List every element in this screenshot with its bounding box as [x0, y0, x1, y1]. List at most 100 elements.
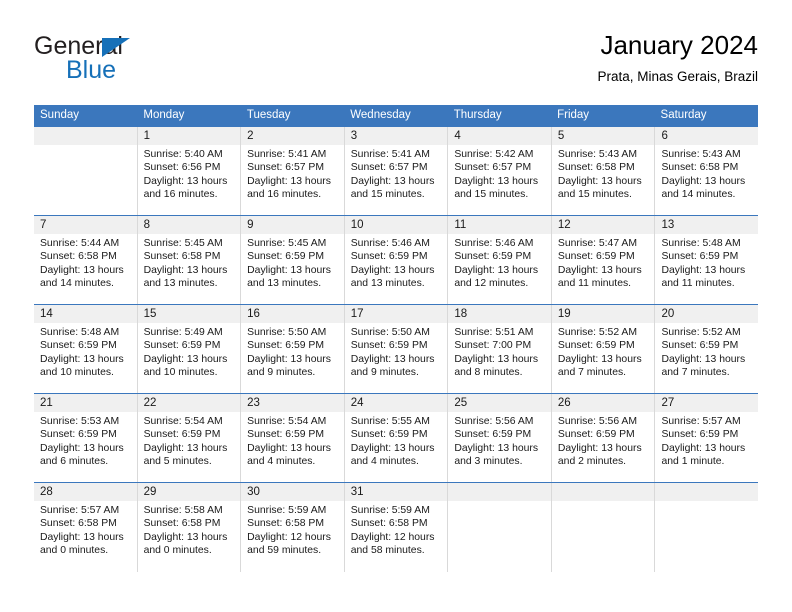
- calendar-day-cell[interactable]: 17 Sunrise: 5:50 AM Sunset: 6:59 PM Dayligh…: [344, 305, 449, 393]
- day-info-line: and 59 minutes.: [247, 545, 322, 557]
- calendar-day-cell[interactable]: 2 Sunrise: 5:41 AM Sunset: 6:57 PM Daylight…: [241, 127, 345, 215]
- day-number: 9: [241, 216, 344, 234]
- day-info-line: Sunrise: 5:58 AM: [143, 505, 223, 516]
- calendar-day-cell[interactable]: 12 Sunrise: 5:47 AM Sunset: 6:59 PM Dayligh…: [551, 216, 656, 304]
- day-sun-info: Sunrise: 5:44 AM Sunset: 6:58 PM Daylight:…: [34, 234, 137, 291]
- calendar-day-cell[interactable]: 19 Sunrise: 5:52 AM Sunset: 6:59 PM Dayligh…: [551, 305, 656, 393]
- day-sun-info: Sunrise: 5:49 AM Sunset: 6:59 PM Daylight:…: [138, 323, 241, 380]
- day-sun-info: Sunrise: 5:47 AM Sunset: 6:59 PM Daylight:…: [552, 234, 655, 291]
- day-number: 6: [655, 127, 759, 145]
- calendar-day-cell[interactable]: 21 Sunrise: 5:53 AM Sunset: 6:59 PM Dayligh…: [34, 394, 138, 482]
- day-sun-info: Sunrise: 5:46 AM Sunset: 6:59 PM Daylight:…: [345, 234, 448, 291]
- calendar-day-cell[interactable]: 13 Sunrise: 5:48 AM Sunset: 6:59 PM Dayligh…: [655, 216, 759, 304]
- calendar-day-cell[interactable]: 31 Sunrise: 5:59 AM Sunset: 6:58 PM Dayligh…: [344, 483, 449, 572]
- day-number: 1: [137, 127, 241, 145]
- calendar-day-cell[interactable]: 25 Sunrise: 5:56 AM Sunset: 6:59 PM Dayligh…: [448, 394, 552, 482]
- day-number: 8: [137, 216, 241, 234]
- calendar-day-cell[interactable]: 3 Sunrise: 5:41 AM Sunset: 6:57 PM Daylight…: [344, 127, 449, 215]
- day-info-line: Sunrise: 5:51 AM: [454, 327, 534, 338]
- day-info-line: Daylight: 13 hours: [40, 531, 124, 543]
- day-info-line: and 10 minutes.: [40, 367, 114, 379]
- calendar-week-row: 7 Sunrise: 5:44 AM Sunset: 6:58 PM Daylight…: [34, 215, 759, 304]
- day-info-line: and 10 minutes.: [143, 367, 218, 379]
- day-info-line: Sunset: 6:57 PM: [247, 162, 324, 174]
- day-info-line: Sunset: 6:58 PM: [247, 518, 324, 530]
- day-info-line: Sunset: 6:58 PM: [40, 518, 117, 530]
- day-info-line: and 12 minutes.: [454, 278, 529, 290]
- day-info-line: Daylight: 13 hours: [247, 353, 331, 365]
- calendar-day-cell-empty: [655, 483, 759, 572]
- calendar-day-cell[interactable]: 28 Sunrise: 5:57 AM Sunset: 6:58 PM Dayligh…: [34, 483, 138, 572]
- day-info-line: Sunrise: 5:50 AM: [350, 327, 430, 338]
- day-info-line: and 0 minutes.: [143, 545, 212, 557]
- day-number: 13: [655, 216, 759, 234]
- calendar-day-cell[interactable]: 14 Sunrise: 5:48 AM Sunset: 6:59 PM Dayligh…: [34, 305, 138, 393]
- day-number: 26: [551, 394, 655, 412]
- day-number: 22: [137, 394, 241, 412]
- calendar-page: General Blue January 2024 Prata, Minas G…: [0, 0, 792, 612]
- day-number: 16: [241, 305, 344, 323]
- day-info-line: Sunrise: 5:57 AM: [661, 416, 741, 427]
- calendar-day-cell[interactable]: 20 Sunrise: 5:52 AM Sunset: 6:59 PM Dayligh…: [655, 305, 759, 393]
- calendar-day-cell[interactable]: 29 Sunrise: 5:58 AM Sunset: 6:58 PM Dayligh…: [137, 483, 242, 572]
- day-sun-info: Sunrise: 5:58 AM Sunset: 6:58 PM Daylight:…: [138, 501, 241, 558]
- day-number: 30: [241, 483, 344, 501]
- day-number: 3: [344, 127, 448, 145]
- day-info-line: Sunset: 6:59 PM: [557, 340, 635, 352]
- day-info-line: Sunrise: 5:54 AM: [247, 416, 327, 427]
- generalblue-logo[interactable]: General Blue: [34, 28, 264, 92]
- calendar-day-cell[interactable]: 7 Sunrise: 5:44 AM Sunset: 6:58 PM Daylight…: [34, 216, 138, 304]
- calendar-day-cell[interactable]: 22 Sunrise: 5:54 AM Sunset: 6:59 PM Dayligh…: [137, 394, 242, 482]
- day-sun-info: Sunrise: 5:50 AM Sunset: 6:59 PM Daylight:…: [241, 323, 344, 380]
- day-info-line: and 9 minutes.: [247, 367, 316, 379]
- calendar-weeks: 1 Sunrise: 5:40 AM Sunset: 6:56 PM Daylight…: [34, 126, 759, 572]
- day-info-line: Sunset: 6:59 PM: [557, 251, 635, 263]
- calendar-day-cell[interactable]: 18 Sunrise: 5:51 AM Sunset: 7:00 PM Dayligh…: [448, 305, 552, 393]
- day-number: 23: [241, 394, 344, 412]
- day-number: 10: [344, 216, 448, 234]
- calendar-day-cell[interactable]: 5 Sunrise: 5:43 AM Sunset: 6:58 PM Daylight…: [551, 127, 656, 215]
- day-info-line: Daylight: 13 hours: [40, 442, 124, 454]
- day-info-line: Daylight: 13 hours: [661, 442, 746, 454]
- day-info-line: Sunset: 6:58 PM: [661, 162, 739, 174]
- day-info-line: Daylight: 13 hours: [247, 264, 331, 276]
- calendar-day-cell[interactable]: 10 Sunrise: 5:46 AM Sunset: 6:59 PM Dayligh…: [344, 216, 449, 304]
- day-info-line: and 0 minutes.: [40, 545, 109, 557]
- calendar-day-cell[interactable]: 6 Sunrise: 5:43 AM Sunset: 6:58 PM Daylight…: [655, 127, 759, 215]
- page-title: January 2024: [600, 30, 758, 60]
- day-info-line: Sunrise: 5:48 AM: [661, 238, 741, 249]
- day-info-line: Sunset: 6:58 PM: [557, 162, 635, 174]
- day-info-line: Sunrise: 5:46 AM: [350, 238, 430, 249]
- calendar-day-cell[interactable]: 11 Sunrise: 5:46 AM Sunset: 6:59 PM Dayligh…: [448, 216, 552, 304]
- calendar-day-cell[interactable]: 23 Sunrise: 5:54 AM Sunset: 6:59 PM Dayligh…: [241, 394, 345, 482]
- day-info-line: Sunrise: 5:55 AM: [350, 416, 430, 427]
- day-info-line: and 1 minute.: [661, 456, 725, 468]
- day-number: [448, 483, 551, 501]
- day-info-line: Sunset: 6:58 PM: [143, 251, 221, 263]
- calendar-week-row: 21 Sunrise: 5:53 AM Sunset: 6:59 PM Dayligh…: [34, 393, 759, 482]
- day-sun-info: Sunrise: 5:41 AM Sunset: 6:57 PM Daylight:…: [345, 145, 448, 202]
- day-info-line: and 8 minutes.: [454, 367, 523, 379]
- day-sun-info: Sunrise: 5:45 AM Sunset: 6:58 PM Daylight:…: [138, 234, 241, 291]
- day-number: 19: [551, 305, 655, 323]
- calendar-day-cell[interactable]: 30 Sunrise: 5:59 AM Sunset: 6:58 PM Dayligh…: [241, 483, 345, 572]
- weekday-header-tuesday: Tuesday: [246, 109, 291, 121]
- calendar-day-cell[interactable]: 26 Sunrise: 5:56 AM Sunset: 6:59 PM Dayligh…: [551, 394, 656, 482]
- calendar-day-cell[interactable]: 15 Sunrise: 5:49 AM Sunset: 6:59 PM Dayligh…: [137, 305, 242, 393]
- calendar-day-cell-empty: [448, 483, 552, 572]
- calendar-day-cell[interactable]: 1 Sunrise: 5:40 AM Sunset: 6:56 PM Daylight…: [137, 127, 242, 215]
- day-info-line: and 5 minutes.: [143, 456, 212, 468]
- calendar-day-cell[interactable]: 27 Sunrise: 5:57 AM Sunset: 6:59 PM Dayligh…: [655, 394, 759, 482]
- day-info-line: Sunset: 6:59 PM: [247, 429, 324, 441]
- day-info-line: Sunrise: 5:54 AM: [143, 416, 223, 427]
- calendar-day-cell[interactable]: 9 Sunrise: 5:45 AM Sunset: 6:59 PM Daylight…: [241, 216, 345, 304]
- calendar-day-cell[interactable]: 8 Sunrise: 5:45 AM Sunset: 6:58 PM Daylight…: [137, 216, 242, 304]
- day-sun-info: Sunrise: 5:56 AM Sunset: 6:59 PM Daylight:…: [448, 412, 551, 469]
- day-info-line: and 11 minutes.: [661, 278, 735, 290]
- day-info-line: and 9 minutes.: [350, 367, 419, 379]
- calendar-day-cell[interactable]: 24 Sunrise: 5:55 AM Sunset: 6:59 PM Dayligh…: [344, 394, 449, 482]
- calendar-day-cell[interactable]: 16 Sunrise: 5:50 AM Sunset: 6:59 PM Dayligh…: [241, 305, 345, 393]
- day-number: [655, 483, 759, 501]
- calendar-day-cell[interactable]: 4 Sunrise: 5:42 AM Sunset: 6:57 PM Daylight…: [448, 127, 552, 215]
- weekday-header-thursday: Thursday: [453, 109, 502, 121]
